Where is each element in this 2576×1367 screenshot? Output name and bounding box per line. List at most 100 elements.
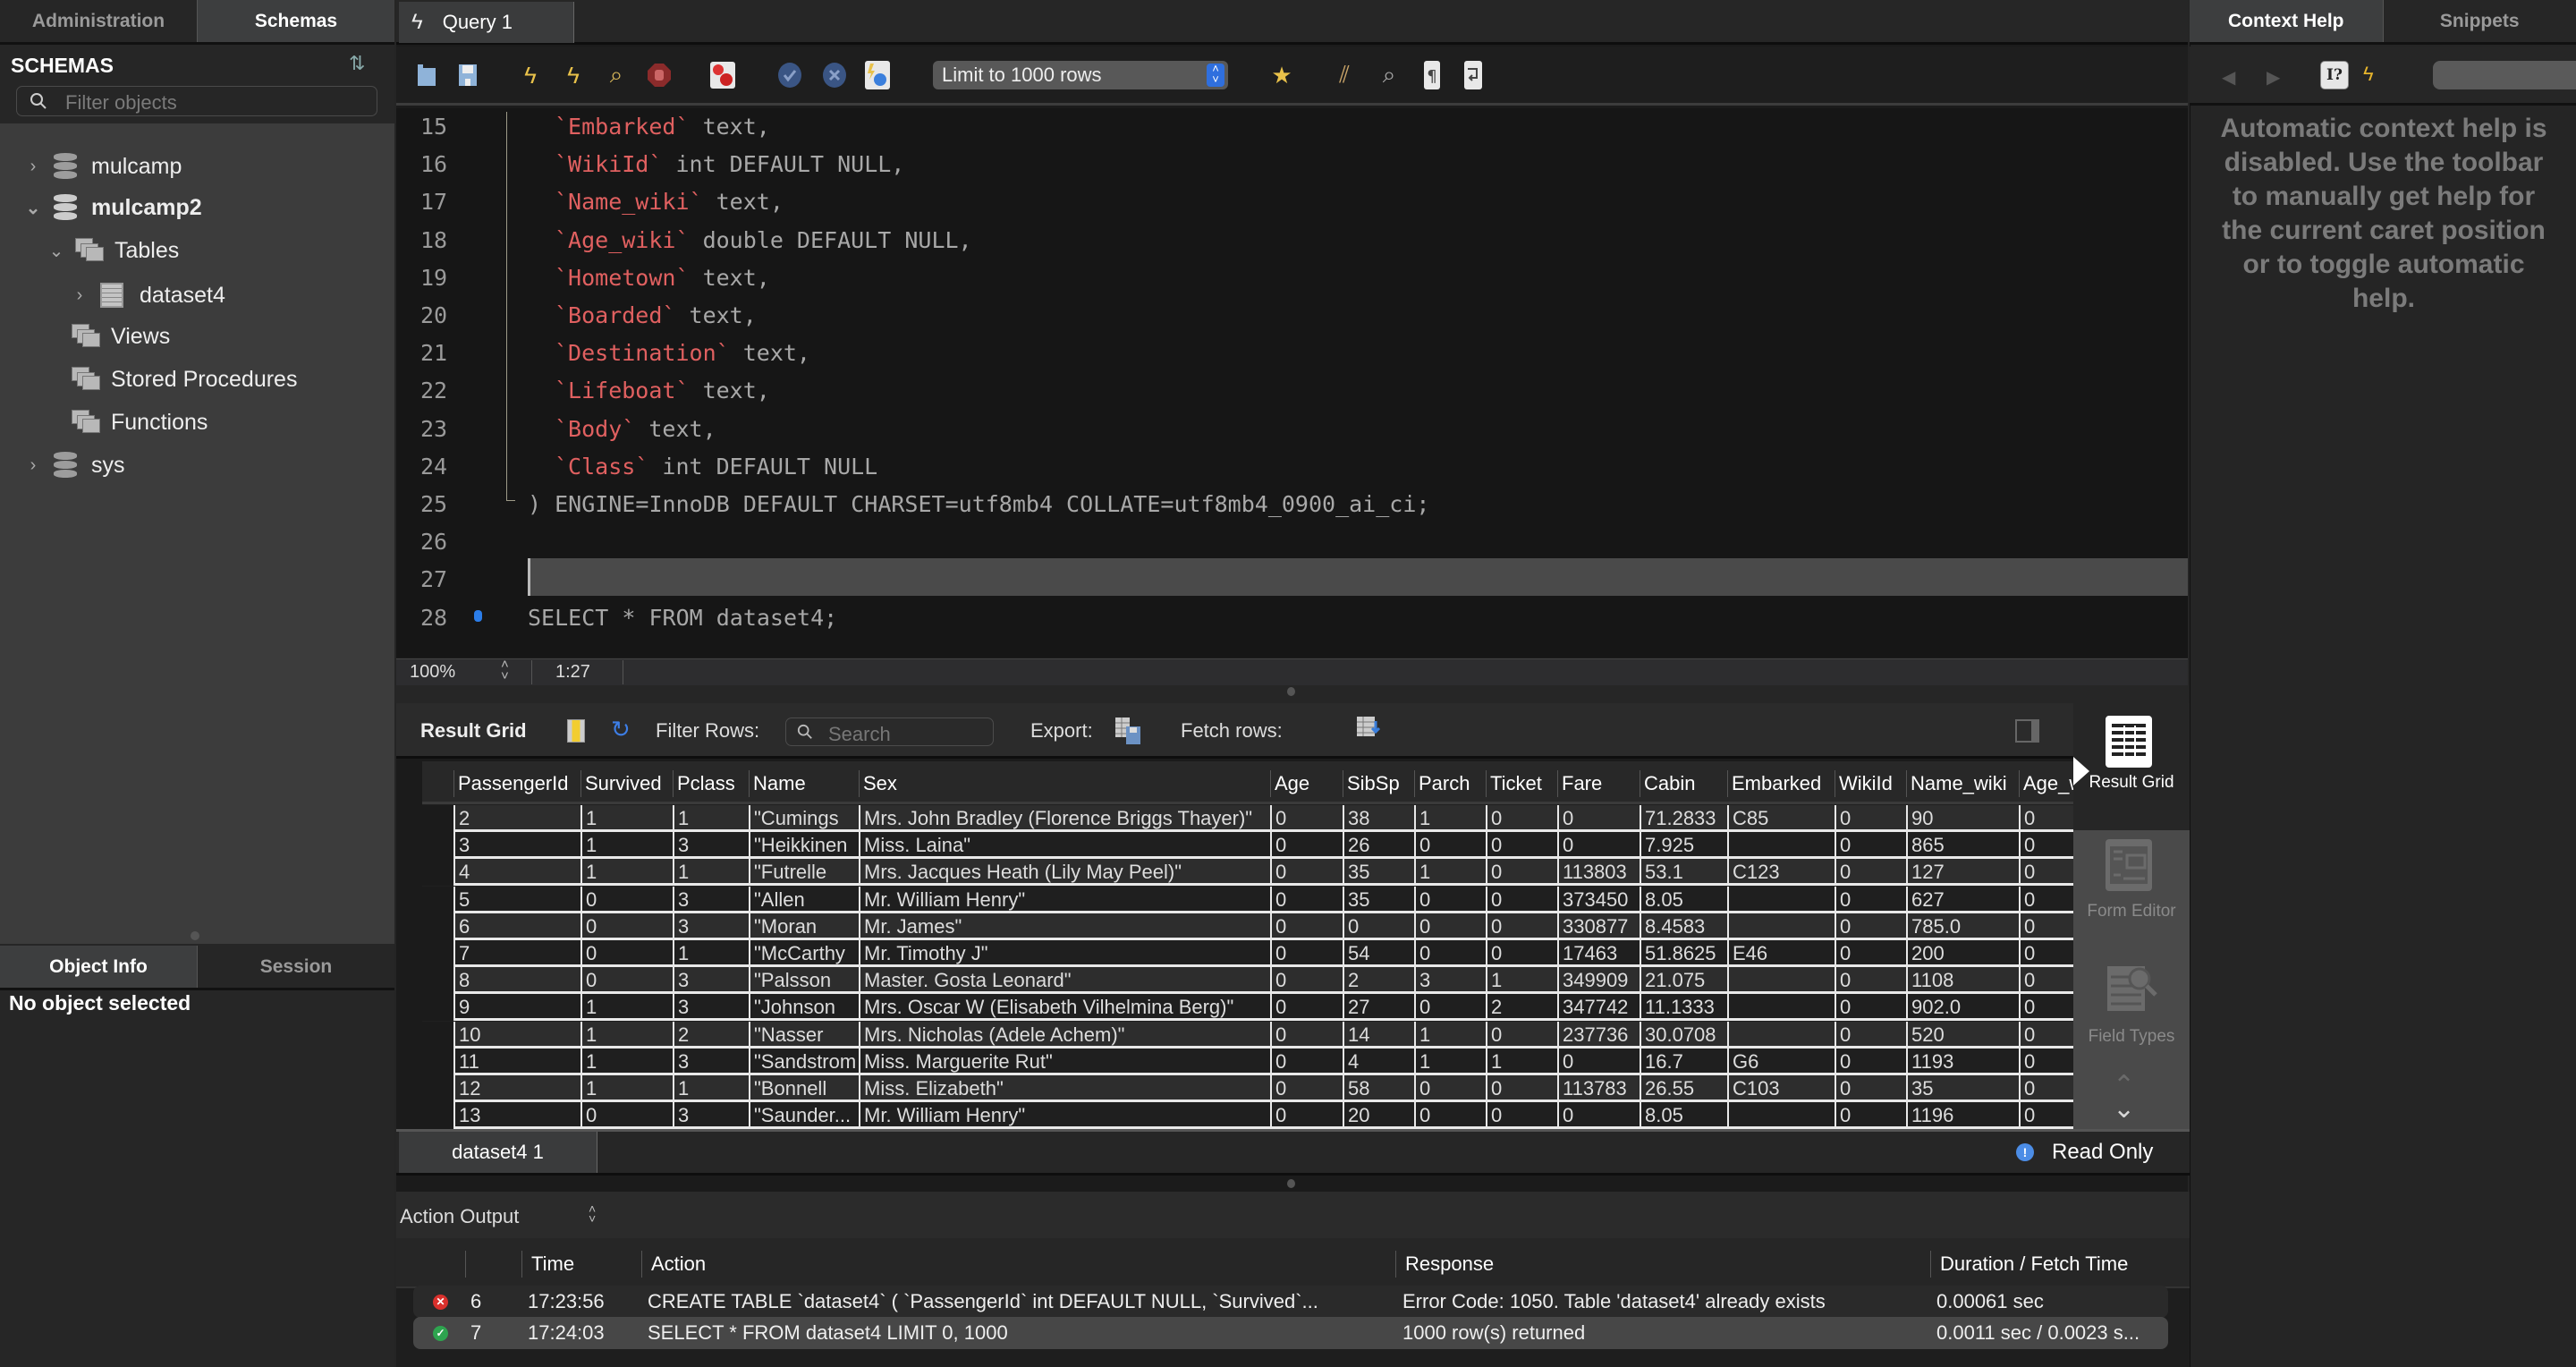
table-row[interactable]: 5 0 3 "Allen Mr. William Henry" 0 35 0 0 373450 8.… bbox=[422, 886, 2073, 913]
table-cell[interactable]: 1 bbox=[580, 994, 673, 1022]
table-cell[interactable]: 0 bbox=[1557, 832, 1640, 860]
tree-group-views[interactable]: Views bbox=[63, 318, 170, 354]
table-row[interactable]: 4 1 1 "Futrelle Mrs. Jacques Heath (Lily May… bbox=[422, 859, 2073, 887]
table-cell[interactable]: 0 bbox=[1270, 832, 1343, 860]
table-cell[interactable]: Mr. William Henry" bbox=[859, 886, 1270, 913]
add-snippet-icon[interactable]: ★ bbox=[1268, 61, 1295, 89]
table-cell[interactable]: 0 bbox=[1557, 805, 1640, 832]
row-selector[interactable] bbox=[422, 1102, 453, 1129]
tree-table-dataset4[interactable]: › dataset4 bbox=[70, 277, 225, 313]
form-editor-icon[interactable] bbox=[2106, 839, 2152, 891]
table-cell[interactable]: 1 bbox=[1414, 859, 1486, 887]
row-selector[interactable] bbox=[422, 805, 453, 832]
table-cell[interactable]: "Palsson bbox=[749, 967, 859, 995]
tree-group-functions[interactable]: Functions bbox=[63, 404, 208, 440]
rollback-icon[interactable] bbox=[821, 61, 848, 89]
forward-icon[interactable]: ▶ bbox=[2267, 66, 2280, 89]
column-header[interactable]: Age bbox=[1270, 770, 1343, 797]
save-icon[interactable] bbox=[454, 61, 481, 89]
table-cell[interactable]: 8 bbox=[453, 967, 580, 995]
column-header-time[interactable]: Time bbox=[521, 1251, 574, 1278]
table-row[interactable]: 11 1 3 "Sandstrom Miss. Marguerite Rut" 0 4 1 1 0… bbox=[422, 1048, 2073, 1075]
table-cell[interactable]: 627 bbox=[1906, 886, 2019, 913]
table-cell[interactable]: 0 bbox=[1486, 1102, 1557, 1129]
table-cell[interactable]: 0 bbox=[1270, 940, 1343, 967]
table-cell[interactable]: 1108 bbox=[1906, 967, 2019, 995]
column-header[interactable]: Parch bbox=[1414, 770, 1486, 797]
table-cell[interactable]: 2 bbox=[453, 805, 580, 832]
table-cell[interactable]: 0 bbox=[2019, 886, 2073, 913]
filter-objects-input[interactable]: Filter objects bbox=[16, 86, 377, 116]
table-cell[interactable]: 3 bbox=[673, 1102, 749, 1129]
tree-schema-mulcamp2[interactable]: ⌄ mulcamp2 bbox=[23, 190, 202, 225]
row-selector[interactable] bbox=[422, 913, 453, 940]
table-cell[interactable]: 35 bbox=[1343, 886, 1414, 913]
table-cell[interactable]: 1 bbox=[673, 1075, 749, 1102]
table-cell[interactable]: "McCarthy bbox=[749, 940, 859, 967]
table-cell[interactable]: 0 bbox=[1270, 1048, 1343, 1075]
table-cell[interactable]: 0 bbox=[1270, 886, 1343, 913]
table-cell[interactable]: 4 bbox=[1343, 1048, 1414, 1075]
row-selector[interactable] bbox=[422, 1075, 453, 1102]
chevron-right-icon[interactable]: › bbox=[23, 455, 43, 476]
table-cell[interactable]: 1 bbox=[1486, 1048, 1557, 1075]
table-cell[interactable]: "Heikkinen bbox=[749, 832, 859, 860]
table-cell[interactable]: 3 bbox=[673, 913, 749, 940]
table-cell[interactable]: "Sandstrom bbox=[749, 1048, 859, 1075]
table-cell[interactable]: 1 bbox=[580, 1048, 673, 1075]
table-cell[interactable]: 127 bbox=[1906, 859, 2019, 887]
table-cell[interactable] bbox=[1727, 994, 1835, 1022]
table-cell[interactable]: 51.8625 bbox=[1640, 940, 1727, 967]
toggle-continue-on-error-icon[interactable] bbox=[709, 61, 736, 89]
table-cell[interactable]: "Moran bbox=[749, 913, 859, 940]
splitter-handle[interactable] bbox=[191, 931, 199, 940]
commit-icon[interactable] bbox=[776, 61, 803, 89]
table-cell[interactable]: 27 bbox=[1343, 994, 1414, 1022]
tab-snippets[interactable]: Snippets bbox=[2384, 0, 2576, 42]
table-cell[interactable]: 7.925 bbox=[1640, 832, 1727, 860]
column-header[interactable]: Sex bbox=[859, 770, 1270, 797]
table-cell[interactable]: 0 bbox=[1343, 913, 1414, 940]
column-header[interactable]: Age_wiki bbox=[2019, 770, 2073, 797]
table-cell[interactable]: 0 bbox=[580, 913, 673, 940]
action-row[interactable]: ✕ 6 17:23:56 CREATE TABLE `dataset4` ( `… bbox=[413, 1286, 2168, 1318]
table-cell[interactable]: 1 bbox=[1486, 967, 1557, 995]
tab-schemas[interactable]: Schemas bbox=[197, 0, 394, 42]
table-cell[interactable]: Mr. William Henry" bbox=[859, 1102, 1270, 1129]
result-grid[interactable]: PassengerId Survived Pclass Name Sex Age SibSp… bbox=[422, 761, 2073, 1129]
table-cell[interactable]: Mrs. Oscar W (Elisabeth Vilhelmina Berg)… bbox=[859, 994, 1270, 1022]
table-cell[interactable]: 1 bbox=[1414, 1021, 1486, 1049]
toggle-columns-icon[interactable] bbox=[567, 719, 585, 743]
table-cell[interactable]: 0 bbox=[2019, 805, 2073, 832]
autocommit-icon[interactable] bbox=[864, 61, 891, 89]
chevron-right-icon[interactable]: › bbox=[23, 157, 43, 177]
chevron-down-icon[interactable]: ⌄ bbox=[47, 240, 66, 262]
table-cell[interactable]: 3 bbox=[673, 1048, 749, 1075]
row-selector[interactable] bbox=[422, 832, 453, 860]
row-selector[interactable] bbox=[422, 967, 453, 995]
table-cell[interactable]: 0 bbox=[1270, 1021, 1343, 1049]
tab-query-1[interactable]: ϟ Query 1 bbox=[399, 2, 574, 43]
table-cell[interactable]: 35 bbox=[1343, 859, 1414, 887]
table-cell[interactable]: 0 bbox=[580, 967, 673, 995]
table-cell[interactable]: 1 bbox=[580, 832, 673, 860]
table-cell[interactable]: 0 bbox=[1486, 886, 1557, 913]
word-wrap-icon[interactable] bbox=[1460, 61, 1487, 89]
column-header[interactable]: Name bbox=[749, 770, 859, 797]
table-cell[interactable]: 0 bbox=[2019, 913, 2073, 940]
table-row[interactable]: 13 0 3 "Saunder... Mr. William Henry" 0 20 0 0 0 8… bbox=[422, 1102, 2073, 1129]
table-cell[interactable]: 30.0708 bbox=[1640, 1021, 1727, 1049]
chevron-down-icon[interactable]: ⌄ bbox=[23, 197, 43, 219]
table-cell[interactable]: 113783 bbox=[1557, 1075, 1640, 1102]
column-header[interactable]: Embarked bbox=[1727, 770, 1835, 797]
tab-session[interactable]: Session bbox=[198, 946, 394, 988]
table-cell[interactable]: 0 bbox=[1835, 1075, 1906, 1102]
table-cell[interactable]: 330877 bbox=[1557, 913, 1640, 940]
table-cell[interactable]: Master. Gosta Leonard" bbox=[859, 967, 1270, 995]
table-cell[interactable]: 0 bbox=[1414, 1075, 1486, 1102]
export-icon[interactable] bbox=[1114, 716, 1142, 744]
table-cell[interactable]: C85 bbox=[1727, 805, 1835, 832]
refresh-icon[interactable]: ↻ bbox=[611, 716, 631, 743]
table-cell[interactable]: 1 bbox=[580, 859, 673, 887]
column-header[interactable]: Name_wiki bbox=[1906, 770, 2019, 797]
